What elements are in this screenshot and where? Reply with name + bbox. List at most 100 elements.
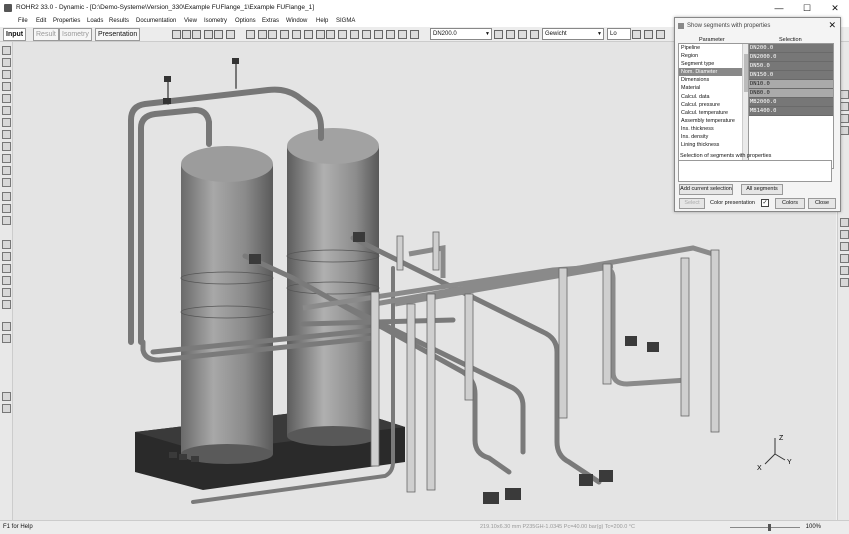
select-button[interactable]: Select [679,198,705,209]
tool-list-icon[interactable] [2,276,11,285]
view-zoom-out-icon[interactable] [840,230,849,239]
color-presentation-checkbox[interactable]: ✓ [761,199,769,207]
zoom-icon[interactable] [316,30,325,39]
list-item[interactable]: Calcul. pressure [679,101,748,109]
add-selection-button[interactable]: Add current selection [679,184,733,195]
minimize-button[interactable]: — [765,0,793,16]
tool-vessel-icon[interactable] [2,192,11,201]
menu-results[interactable]: Results [109,18,129,24]
segments-selection-box[interactable] [678,160,832,182]
tool-node-icon[interactable] [2,240,11,249]
tool-report-icon[interactable] [2,334,11,343]
light-icon[interactable] [410,30,419,39]
palette-icon[interactable] [518,30,527,39]
maximize-button[interactable]: ☐ [793,0,821,16]
list-item-selected[interactable]: Nom. Diameter [679,68,748,77]
tool-guide-icon[interactable] [2,166,11,175]
tool-check-icon[interactable] [2,264,11,273]
extra-icon[interactable] [632,30,641,39]
view-top-icon[interactable] [840,102,849,111]
list-item[interactable]: Calcul. temperature [679,109,748,117]
menu-window[interactable]: Window [286,18,307,24]
move-icon[interactable] [292,30,301,39]
wireframe-icon[interactable] [386,30,395,39]
copy-icon[interactable] [246,30,255,39]
tool-anchor-icon[interactable] [2,154,11,163]
list-item[interactable]: DN10.0 [749,80,833,89]
redo-icon[interactable] [268,30,277,39]
new-file-icon[interactable] [172,30,181,39]
tool-graph-icon[interactable] [2,300,11,309]
list-item[interactable]: Dimensions [679,76,748,84]
tool-element-icon[interactable] [2,252,11,261]
list-item[interactable]: Region [679,52,748,60]
close-window-button[interactable]: ✕ [821,0,849,16]
view-fit-icon[interactable] [840,242,849,251]
tool-hanger-icon[interactable] [2,130,11,139]
tool-nozzle-icon[interactable] [2,178,11,187]
menu-extras[interactable]: Extras [262,18,279,24]
list-item[interactable]: Lining thickness [679,141,748,149]
menu-isometry[interactable]: Isometry [204,18,227,24]
selection-list[interactable]: DN200.0 DN2000.0 DN50.0 DN150.0 DN10.0 D… [748,43,834,169]
list-item[interactable]: Calcul. data [679,93,748,101]
select-icon[interactable] [280,30,289,39]
list-item[interactable]: MB1400.0 [749,107,833,116]
list-item[interactable]: Segment type [679,60,748,68]
tool-table-icon[interactable] [2,288,11,297]
view-pan-icon[interactable] [840,254,849,263]
zoom-slider-handle[interactable] [768,524,771,531]
dialog-close-icon[interactable]: ✕ [828,20,836,31]
tab-presentation[interactable]: Presentation [95,28,141,41]
list-item[interactable]: Assembly temperature [679,117,748,125]
list-item[interactable]: DN50.0 [749,62,833,71]
open-file-icon[interactable] [182,30,191,39]
tool-bend-icon[interactable] [2,58,11,67]
view-zoom-in-icon[interactable] [840,218,849,227]
layers-icon[interactable] [350,30,359,39]
list-item[interactable]: Ins. thickness [679,125,748,133]
tool-flange-icon[interactable] [2,106,11,115]
print-icon[interactable] [204,30,213,39]
menu-options[interactable]: Options [235,18,256,24]
property-combo[interactable]: Gewicht ▼ [542,28,604,40]
view-front-icon[interactable] [840,90,849,99]
tool-tee-icon[interactable] [2,70,11,79]
undo-icon[interactable] [258,30,267,39]
segment-combo[interactable]: DN200.0 ▼ [430,28,492,40]
view-rotate-icon[interactable] [840,266,849,275]
pen-icon[interactable] [326,30,335,39]
cut-icon[interactable] [226,30,235,39]
list-item[interactable]: Pipeline [679,44,748,52]
view-side-icon[interactable] [840,114,849,123]
menu-edit[interactable]: Edit [36,18,46,24]
list-item[interactable]: Ins. density [679,133,748,141]
view-iso-icon[interactable] [840,126,849,135]
grid-icon[interactable] [362,30,371,39]
tool-valve-icon[interactable] [2,94,11,103]
zoom-slider[interactable] [730,524,800,531]
menu-sigma[interactable]: SIGMA [336,18,355,24]
dialog-close-button[interactable]: Close [808,198,836,209]
menu-loads[interactable]: Loads [87,18,103,24]
tool-spring-icon[interactable] [2,142,11,151]
render-icon[interactable] [374,30,383,39]
tool-pin-icon[interactable] [2,392,11,401]
view-reset-icon[interactable] [840,278,849,287]
filter-icon[interactable] [494,30,503,39]
parameter-list[interactable]: Pipeline Region Segment type Nom. Diamet… [678,43,749,169]
small-combo[interactable]: Lo [607,28,631,40]
menu-file[interactable]: File [18,18,28,24]
tool-calc-icon[interactable] [2,322,11,331]
tab-result[interactable]: Result [33,28,59,41]
measure-icon[interactable] [338,30,347,39]
tab-isometry[interactable]: Isometry [59,28,92,41]
extra-icon-3[interactable] [656,30,665,39]
menu-properties[interactable]: Properties [53,18,80,24]
tool-reducer-icon[interactable] [2,82,11,91]
tool-load-icon[interactable] [2,216,11,225]
list-item[interactable]: Material [679,84,748,92]
solid-icon[interactable] [398,30,407,39]
colors-button[interactable]: Colors [775,198,805,209]
tab-input[interactable]: Input [3,28,27,41]
